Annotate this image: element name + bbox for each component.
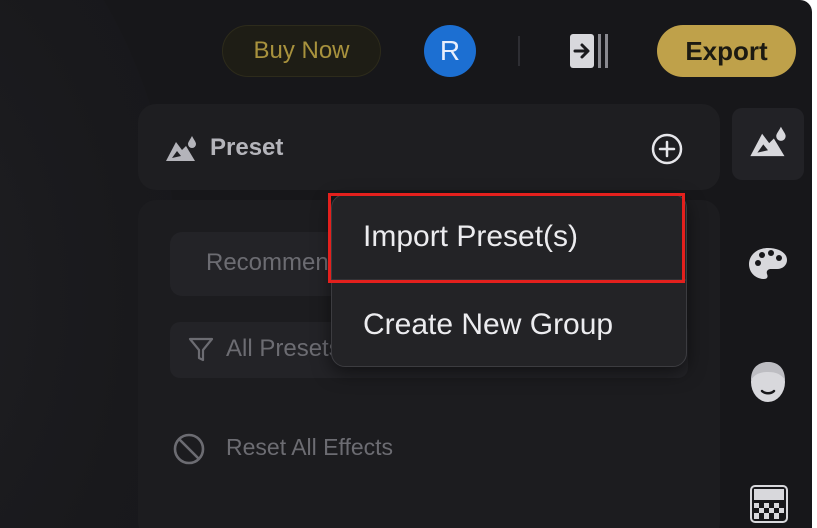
menu-item-create-new-group[interactable]: Create New Group <box>332 283 686 367</box>
menu-item-import-presets[interactable]: Import Preset(s) <box>332 195 686 279</box>
toolbar-divider <box>518 36 520 66</box>
rail-texture-icon[interactable] <box>750 485 788 523</box>
rail-palette-icon[interactable] <box>746 245 790 283</box>
add-preset-icon[interactable] <box>650 132 684 166</box>
preset-header: Preset <box>138 104 720 190</box>
filter-icon <box>188 337 214 362</box>
filter-label: All Presets <box>226 335 341 362</box>
menu-separator <box>332 279 686 281</box>
rail-preset-icon[interactable] <box>748 124 788 160</box>
reset-icon <box>173 433 205 465</box>
export-button[interactable]: Export <box>657 25 796 77</box>
preset-add-menu: Import Preset(s) Create New Group <box>331 194 687 367</box>
preset-title: Preset <box>210 134 284 161</box>
collapse-panel-icon <box>570 34 608 68</box>
preset-icon <box>166 136 196 161</box>
app-window: Buy Now R Export Preset Recommended All … <box>0 0 812 528</box>
rail-face-icon[interactable] <box>748 360 788 406</box>
reset-label: Reset All Effects <box>226 434 394 460</box>
collapse-panel-button[interactable] <box>568 30 612 72</box>
avatar[interactable]: R <box>424 25 476 77</box>
buy-now-button[interactable]: Buy Now <box>222 25 381 77</box>
